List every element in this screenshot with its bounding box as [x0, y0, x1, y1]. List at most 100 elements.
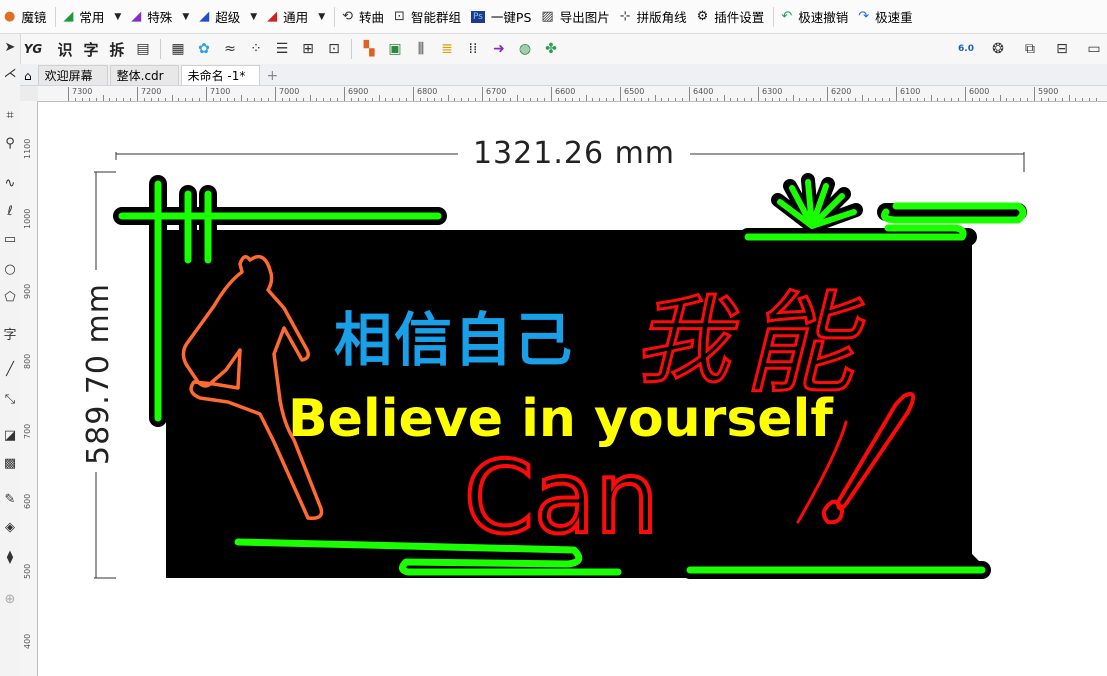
- tab-untitled[interactable]: 未命名 -1*: [180, 65, 261, 85]
- measure-icon[interactable]: ⊟: [1051, 38, 1073, 60]
- align-icon[interactable]: ⊞: [297, 38, 319, 60]
- toolbar-item-0[interactable]: ● 魔镜: [0, 0, 52, 33]
- rectangle-tool-icon[interactable]: ▭: [0, 230, 20, 248]
- dots-icon[interactable]: ⁞⁞: [462, 38, 484, 60]
- pick-tool-icon[interactable]: ➤: [0, 38, 20, 56]
- toolbar-item-label: 极速重: [875, 10, 913, 25]
- toolbar-item-11[interactable]: ↶ 极速撤销: [777, 0, 854, 33]
- plugin-toolbar: ● 魔镜 ◢ 常用 ▼ ◢ 特殊 ▼ ◢ 超级 ▼ ◢ 通用 ▼ ⟲ 转曲 ⊡ 智能群组 Ps 一键PS ▨ 导出图片 ⊹ 拼…: [0, 0, 1107, 34]
- tab-document-cdr[interactable]: 整体.cdr: [109, 65, 179, 85]
- ruler-tick-label: 6700: [486, 87, 507, 96]
- yg-button[interactable]: YG: [22, 38, 44, 60]
- chevron-down-icon[interactable]: ▼: [182, 12, 189, 22]
- chevron-down-icon[interactable]: ▼: [318, 12, 325, 22]
- new-tab-icon[interactable]: +: [262, 67, 282, 85]
- toolbar-item-7[interactable]: Ps 一键PS: [467, 0, 537, 33]
- ruler-tick-label: 800: [23, 353, 32, 369]
- line-tool-icon[interactable]: ╱: [0, 360, 20, 378]
- ruler-tick-label: 600: [23, 493, 32, 509]
- artistic-tool-icon[interactable]: ℓ: [0, 202, 20, 220]
- distribute-icon[interactable]: ⁘: [245, 38, 267, 60]
- ruler-tick-label: 6900: [348, 87, 369, 96]
- toolbar-item-label: 通用: [283, 10, 309, 25]
- ruler-icon[interactable]: ▭: [1083, 38, 1105, 60]
- clipboard-icon[interactable]: ▤: [132, 38, 154, 60]
- toolbar-item-6[interactable]: ⊡ 智能群组: [390, 0, 467, 33]
- picture-icon[interactable]: ▣: [384, 38, 406, 60]
- box-icon[interactable]: ⧉: [1019, 38, 1041, 60]
- ruler-tick-label: 6000: [969, 87, 990, 96]
- crop-tool-icon[interactable]: ⌗: [0, 106, 20, 124]
- vertical-ruler[interactable]: 1100 1000 900 800 700 600 500 400: [20, 101, 38, 676]
- height-dimension-label: 589.70 mm: [81, 283, 116, 465]
- smart-fill-tool-icon[interactable]: ⧫: [0, 548, 20, 566]
- node-tool-icon[interactable]: ⋌: [0, 64, 20, 82]
- text-button[interactable]: 字: [80, 38, 102, 60]
- lines-icon[interactable]: ☰: [271, 38, 293, 60]
- toolbar-item-10[interactable]: ⚙ 插件设置: [693, 0, 771, 33]
- color-blocks-icon[interactable]: ▚: [358, 38, 380, 60]
- transparency-tool-icon[interactable]: ▩: [0, 454, 20, 472]
- recognize-button[interactable]: 识: [54, 38, 76, 60]
- connector-tool-icon[interactable]: ⤡: [0, 390, 20, 408]
- add-tool-icon[interactable]: ⊕: [0, 590, 20, 608]
- ruler-tick-label: 6500: [624, 87, 645, 96]
- shapes-icon[interactable]: ❂: [987, 38, 1009, 60]
- puzzle-icon[interactable]: ✤: [540, 38, 562, 60]
- image-icon: ▨: [541, 9, 554, 24]
- text-tool-icon[interactable]: 字: [0, 324, 20, 343]
- flower-icon[interactable]: ✿: [193, 38, 215, 60]
- toolbar-item-label: 极速撤销: [798, 10, 849, 25]
- ecut-icon[interactable]: 6.0: [955, 38, 977, 60]
- ruler-tick-label: 6600: [555, 87, 576, 96]
- ruler-corner[interactable]: [20, 86, 39, 102]
- neon-sign-artwork[interactable]: 1321.26 mm 589.70 mm 相信自己 我 能 Believe in…: [38, 102, 1107, 676]
- toolbar-item-label: 导出图片: [559, 10, 610, 25]
- can-text: Can: [464, 439, 658, 556]
- tab-welcome[interactable]: 欢迎屏幕: [37, 65, 108, 85]
- ruler-tick-label: 6800: [417, 87, 438, 96]
- mirror-icon: ●: [4, 9, 16, 24]
- ellipse-tool-icon[interactable]: ○: [0, 260, 20, 278]
- ruler-tick-label: 400: [23, 633, 32, 649]
- pen-purple-icon: ◢: [131, 9, 142, 24]
- toolbox: ➤ ⋌ ⌗ ⚲ ∿ ℓ ▭ ○ ⬠ 字 ╱ ⤡ ◪ ▩ ✎ ◈ ⧫ ⊕: [0, 34, 21, 676]
- ruler-tick-label: 500: [23, 563, 32, 579]
- toolbar-item-label: 智能群组: [410, 10, 461, 25]
- grid-icon[interactable]: ▦: [167, 38, 189, 60]
- wave-icon[interactable]: ≈: [219, 38, 241, 60]
- stack-icon[interactable]: ≣: [436, 38, 458, 60]
- horizontal-ruler[interactable]: 7300 7200 7100 7000 6900 6800 6700 6600 6500 6400…: [38, 86, 1107, 102]
- ruler-tick-label: 6100: [900, 87, 921, 96]
- toolbar-item-2[interactable]: ◢ 特殊 ▼: [127, 0, 195, 33]
- ruler-tick-label: 7200: [141, 87, 162, 96]
- drawing-canvas[interactable]: 1321.26 mm 589.70 mm 相信自己 我 能 Believe in…: [38, 102, 1107, 676]
- group-icon: ⊡: [394, 9, 405, 24]
- split-button[interactable]: 拆: [106, 38, 128, 60]
- toolbar-item-12[interactable]: ↷ 极速重: [854, 0, 918, 33]
- select-icon[interactable]: ⊡: [323, 38, 345, 60]
- polygon-tool-icon[interactable]: ⬠: [0, 288, 20, 306]
- toolbar-item-3[interactable]: ◢ 超级 ▼: [195, 0, 263, 33]
- curve-tool-icon[interactable]: ∿: [0, 174, 20, 192]
- eyedropper-tool-icon[interactable]: ✎: [0, 490, 20, 508]
- chevron-down-icon[interactable]: ▼: [250, 12, 257, 22]
- toolbar-item-9[interactable]: ⊹ 拼版角线: [616, 0, 693, 33]
- chevron-down-icon[interactable]: ▼: [114, 12, 121, 22]
- zoom-tool-icon[interactable]: ⚲: [0, 134, 20, 152]
- column-icon[interactable]: ⫼: [410, 38, 432, 60]
- ruler-tick-label: 6200: [831, 87, 852, 96]
- shadow-tool-icon[interactable]: ◪: [0, 426, 20, 444]
- arrow-icon[interactable]: ➜: [488, 38, 510, 60]
- ball-icon[interactable]: ◍: [514, 38, 536, 60]
- toolbar-item-8[interactable]: ▨ 导出图片: [537, 0, 615, 33]
- fill-tool-icon[interactable]: ◈: [0, 518, 20, 536]
- toolbar-item-1[interactable]: ◢ 常用 ▼: [59, 0, 127, 33]
- ruler-tick-label: 5900: [1038, 87, 1059, 96]
- home-icon[interactable]: ⌂: [20, 66, 36, 85]
- toolbar-item-5[interactable]: ⟲ 转曲: [338, 0, 390, 33]
- toolbar-item-label: 超级: [215, 10, 241, 25]
- ruler-tick-label: 700: [23, 423, 32, 439]
- chinese-headline: 相信自己: [334, 306, 574, 374]
- toolbar-item-4[interactable]: ◢ 通用 ▼: [263, 0, 331, 33]
